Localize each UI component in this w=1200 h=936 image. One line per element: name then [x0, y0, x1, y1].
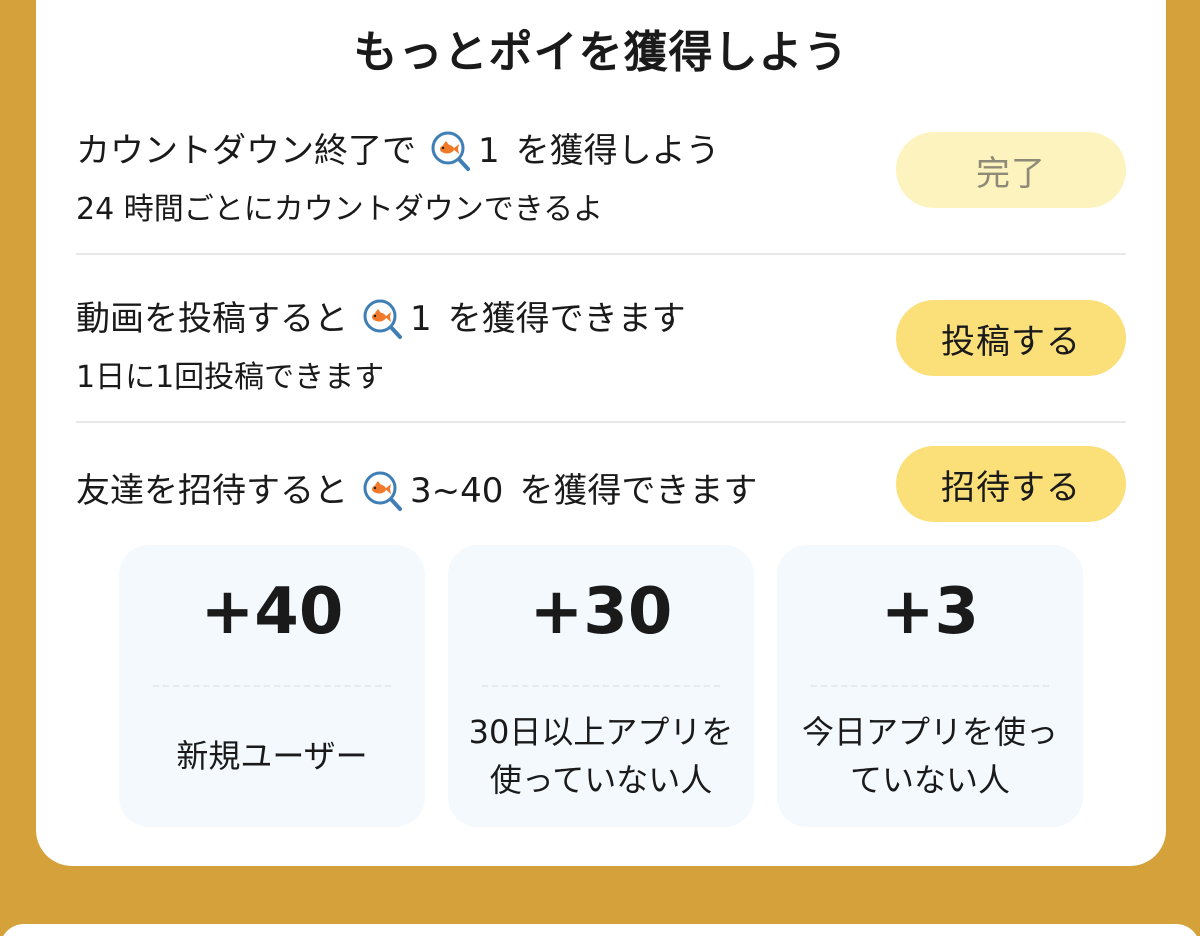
task-amount: 3~40 — [410, 471, 504, 511]
countdown-done-button[interactable]: 完了 — [896, 132, 1126, 208]
bonus-desc: 今日アプリを使っていない人 — [801, 713, 1058, 799]
bonus-value: +30 — [529, 575, 673, 649]
task-amount: 1 — [410, 299, 432, 339]
bonus-card-inactive-today: +3 今日アプリを使っていない人 — [777, 545, 1083, 827]
invite-button[interactable]: 招待する — [896, 446, 1126, 522]
divider — [76, 421, 1126, 423]
task-text-after: を獲得できます — [519, 471, 758, 511]
task-text-before: 友達を招待すると — [76, 471, 348, 511]
section-title: もっとポイを獲得しよう — [353, 27, 849, 78]
bonus-card-inactive-30-days: +30 30日以上アプリを使っていない人 — [448, 545, 754, 827]
task-text-after: を獲得しよう — [515, 131, 720, 171]
bonus-value: +3 — [880, 575, 980, 649]
post-button[interactable]: 投稿する — [896, 300, 1126, 376]
poi-goldfish-icon — [430, 130, 472, 172]
task-text-before: 動画を投稿すると — [76, 299, 348, 339]
bonus-desc: 新規ユーザー — [176, 737, 368, 775]
next-card-peek — [0, 924, 1200, 936]
divider — [76, 253, 1126, 255]
task-amount: 1 — [478, 131, 500, 171]
bonus-desc: 30日以上アプリを使っていない人 — [468, 713, 734, 799]
bonus-card-new-user: +40 新規ユーザー — [119, 545, 425, 827]
task-text-before: カウントダウン終了で — [76, 131, 416, 171]
task-text-after: を獲得できます — [447, 299, 686, 339]
bonus-value: +40 — [200, 575, 344, 649]
earn-more-card: もっとポイを獲得しよう カウントダウン終了で 1 を獲得しよう 24 時間ごとに… — [36, 0, 1166, 866]
poi-goldfish-icon — [362, 298, 404, 340]
poi-goldfish-icon — [362, 470, 404, 512]
